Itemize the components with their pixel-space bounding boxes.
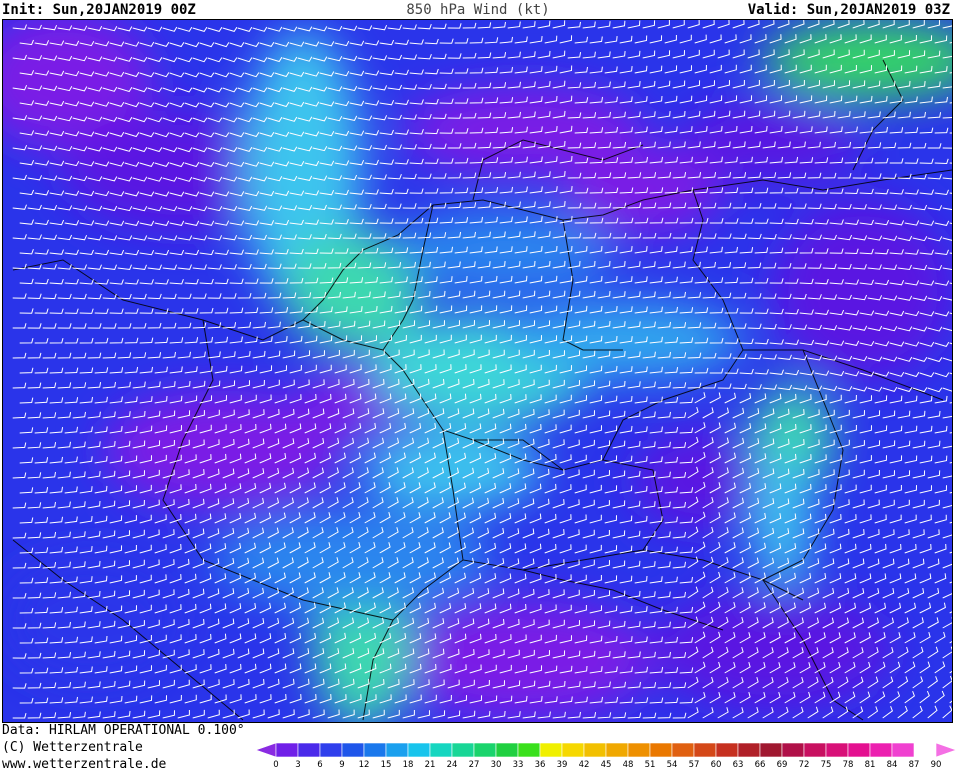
legend-color-swatch bbox=[649, 742, 673, 758]
legend-color-swatch bbox=[847, 742, 871, 758]
legend-tick-label: 12 bbox=[359, 760, 370, 769]
legend-tick-label: 21 bbox=[425, 760, 436, 769]
color-scale-legend: 0 3 6 9 12 15 18 21 24 27 30 33 36 39 42 45 48 51 54 57 60 63… bbox=[256, 742, 956, 769]
legend-color-swatch bbox=[363, 742, 387, 758]
valid-time-label: Valid: Sun,20JAN2019 03Z bbox=[747, 2, 950, 18]
legend-color-swatch bbox=[583, 742, 607, 758]
legend-color-swatch bbox=[715, 742, 739, 758]
legend-tick-label: 9 bbox=[339, 760, 344, 769]
legend-tick-label: 87 bbox=[909, 760, 920, 769]
legend-tick-label: 30 bbox=[491, 760, 502, 769]
calm-region bbox=[3, 560, 183, 680]
legend-color-swatch bbox=[869, 742, 893, 758]
legend-tick-label: 24 bbox=[447, 760, 458, 769]
legend-tick-label: 69 bbox=[777, 760, 788, 769]
legend-tick-label: 42 bbox=[579, 760, 590, 769]
legend-tick-label: 72 bbox=[799, 760, 810, 769]
legend-tick-label: 39 bbox=[557, 760, 568, 769]
legend-color-swatch bbox=[605, 742, 629, 758]
legend-tick-label: 36 bbox=[535, 760, 546, 769]
copyright-label: (C) Wetterzentrale bbox=[2, 740, 143, 755]
legend-color-swatch bbox=[891, 742, 915, 758]
legend-tick-label: 33 bbox=[513, 760, 524, 769]
legend-tick-label: 90 bbox=[931, 760, 942, 769]
legend-color-swatch bbox=[737, 742, 761, 758]
wind-jet bbox=[393, 210, 613, 290]
legend-tick-label: 6 bbox=[317, 760, 322, 769]
wind-map-canvas bbox=[3, 20, 952, 722]
legend-color-swatch bbox=[407, 742, 431, 758]
legend-color-swatch bbox=[825, 742, 849, 758]
legend-color-swatch bbox=[539, 742, 563, 758]
legend-tick-label: 66 bbox=[755, 760, 766, 769]
legend-color-swatch bbox=[693, 742, 717, 758]
legend-color-swatch bbox=[627, 742, 651, 758]
wind-jet bbox=[363, 430, 543, 510]
legend-color-swatch bbox=[319, 742, 343, 758]
legend-color-swatch bbox=[341, 742, 365, 758]
legend-color-swatch bbox=[935, 742, 956, 758]
wind-map bbox=[2, 19, 953, 723]
legend-tick-label: 84 bbox=[887, 760, 898, 769]
legend-color-swatch bbox=[671, 742, 695, 758]
header-bar: Init: Sun,20JAN2019 00Z 850 hPa Wind (kt… bbox=[0, 0, 956, 20]
legend-color-swatch bbox=[429, 742, 453, 758]
calm-region bbox=[683, 100, 863, 180]
legend-color-swatch bbox=[256, 742, 277, 758]
legend-color-swatch bbox=[275, 742, 299, 758]
legend-color-swatch bbox=[385, 742, 409, 758]
calm-region bbox=[633, 430, 773, 530]
legend-color-swatch bbox=[759, 742, 783, 758]
legend-color-swatch bbox=[517, 742, 541, 758]
legend-color-swatch bbox=[803, 742, 827, 758]
legend-tick-label: 27 bbox=[469, 760, 480, 769]
legend-color-swatch bbox=[561, 742, 585, 758]
legend-tick-label: 51 bbox=[645, 760, 656, 769]
legend-tick-label: 57 bbox=[689, 760, 700, 769]
data-source-label: Data: HIRLAM OPERATIONAL 0.100° bbox=[2, 723, 245, 738]
legend-color-swatch bbox=[451, 742, 475, 758]
website-label: www.wetterzentrale.de bbox=[2, 757, 167, 772]
legend-tick-label: 18 bbox=[403, 760, 414, 769]
legend-tick-label: 0 bbox=[273, 760, 278, 769]
legend-tick-label: 75 bbox=[821, 760, 832, 769]
legend-tick-label: 3 bbox=[295, 760, 300, 769]
legend-tick-label: 78 bbox=[843, 760, 854, 769]
legend-color-swatch bbox=[495, 742, 519, 758]
footer-info: Data: HIRLAM OPERATIONAL 0.100° (C) Wett… bbox=[2, 722, 245, 773]
legend-tick-label: 81 bbox=[865, 760, 876, 769]
legend-color-swatch bbox=[473, 742, 497, 758]
legend-tick-label: 54 bbox=[667, 760, 678, 769]
legend-tick-label: 63 bbox=[733, 760, 744, 769]
legend-tick-label: 48 bbox=[623, 760, 634, 769]
legend-color-swatch bbox=[781, 742, 805, 758]
legend-tick-label: 15 bbox=[381, 760, 392, 769]
legend-color-swatch bbox=[297, 742, 321, 758]
legend-tick-label: 60 bbox=[711, 760, 722, 769]
calm-region bbox=[773, 200, 952, 380]
legend-tick-label: 45 bbox=[601, 760, 612, 769]
